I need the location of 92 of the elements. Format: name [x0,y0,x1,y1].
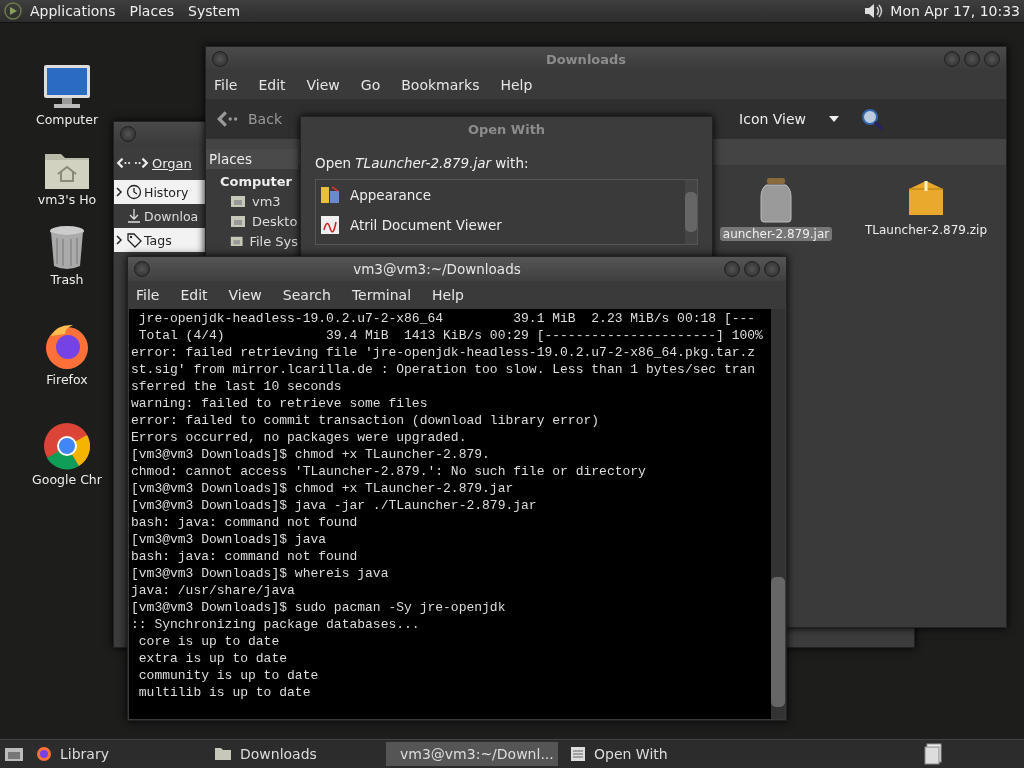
terminal-line: [vm3@vm3 Downloads]$ sudo pacman -Sy jre-openjdk [131,599,507,616]
organize-menu[interactable]: Organ [152,155,192,171]
menu-item[interactable]: Edit [180,287,208,303]
speaker-icon[interactable] [862,1,885,21]
window-icon [570,746,586,762]
menu-item[interactable]: File [136,287,160,303]
taskbar-button[interactable]: vm3@vm3:~/Downl... [386,742,558,766]
menu-item[interactable]: Help [500,77,533,93]
workspace-switcher-icon[interactable] [924,743,944,765]
desktop-icon-label[interactable]: Firefox [46,372,88,387]
panel-menu[interactable]: Applications [30,3,116,19]
terminal-line: error: failed to commit transaction (download library error) [131,412,601,429]
sidebar-item[interactable]: File Sys [249,233,298,249]
clock-icon [126,184,142,200]
desktop-icon-label[interactable]: vm3's Ho [37,192,97,207]
menu-item[interactable]: Bookmarks [401,77,480,93]
terminal-line: :: Synchronizing package databases... [131,616,421,633]
taskbar-button[interactable]: Downloads [208,742,380,766]
panel-menu[interactable]: System [188,3,241,19]
clock[interactable]: Mon Apr 17, 10:33 [890,3,1020,19]
desktop-icon-label[interactable]: Computer [35,112,99,127]
sidebar-item[interactable]: Deskto [252,213,298,229]
terminal-line: [vm3@vm3 Downloads]$ whereis java [131,565,390,582]
download-icon [126,208,142,224]
drive-folder-icon[interactable] [230,234,244,248]
jar-icon[interactable] [759,177,793,223]
back-arrow-icon[interactable] [216,109,240,129]
terminal-line: bash: java: command not found [131,548,359,565]
folder-icon [214,747,232,761]
terminal-line: Total (4/4) 39.4 MiB 1413 KiB/s 00:29 [----------------------] 100% [137,327,764,344]
sidebar-header: Places [206,149,298,169]
menu-item[interactable]: File [214,77,238,93]
desktop-icon-label[interactable]: Google Chr [32,472,102,487]
terminal-line: [vm3@vm3 Downloads]$ chmod +x TLauncher-2.879. [131,446,491,463]
firefox-icon [36,746,52,762]
library-item[interactable]: Downloa [114,204,205,228]
window-title: Downloads [544,51,628,67]
terminal-line: Errors occurred, no packages were upgraded. [131,429,468,446]
application-name[interactable]: Atril Document Viewer [350,217,502,233]
scrollbar[interactable] [685,180,697,244]
terminal-line: st.sig' from mirror.lcarilla.de : Operation too slow. Less than 1 bytes/sec tran [131,361,757,378]
taskbar-button[interactable]: Library [30,742,202,766]
dialog-title: Open With [466,121,547,137]
distro-logo-icon[interactable] [4,2,22,20]
terminal-line: multilib is up to date [137,684,312,701]
menu-item[interactable]: Help [432,287,464,303]
trash-icon[interactable] [47,224,87,270]
menu-item[interactable]: Terminal [351,287,412,303]
terminal-line: [vm3@vm3 Downloads]$ chmod +x TLauncher-2.879.jar [131,480,515,497]
terminal-line: extra is up to date [137,650,289,667]
terminal-line: bash: java: command not found [131,514,359,531]
taskbar-button[interactable]: Open With [564,742,736,766]
library-item[interactable]: Tags [114,228,205,252]
terminal-line: chmod: cannot access 'TLauncher-2.879.': No such file or directory [131,463,647,480]
window-title: vm3@vm3:~/Downloads [352,261,522,277]
menu-item[interactable]: Go [360,77,381,93]
tag-icon [126,232,142,248]
show-desktop-icon[interactable] [4,746,24,762]
scrollbar[interactable] [771,309,785,719]
firefox-icon[interactable] [43,322,91,370]
terminal-line: [vm3@vm3 Downloads]$ java [131,531,328,548]
panel-menu[interactable]: Places [129,3,175,19]
menu-item[interactable]: View [228,287,262,303]
desktop-icon-label[interactable]: Trash [50,272,84,287]
menu-item[interactable]: Edit [258,77,286,93]
back-button[interactable]: Back [248,111,282,127]
terminal-line: java: /usr/share/java [131,582,296,599]
view-mode-dropdown[interactable]: Icon View [739,111,806,127]
application-name[interactable]: Appearance [350,187,432,203]
file-name[interactable]: TLauncher-2.879.zip [861,223,991,237]
chrome-icon[interactable] [43,422,91,470]
document-viewer-icon[interactable] [320,215,340,235]
library-item[interactable]: History [114,180,205,204]
monitor-icon[interactable] [42,64,92,110]
drive-folder-icon[interactable] [230,194,246,208]
terminal-line: jre-openjdk-headless-19.0.2.u7-2-x86_64 39.1 MiB 2.23 MiB/s 00:18 [--- [137,310,757,327]
file-name[interactable]: auncher-2.879.jar [719,227,833,241]
dialog-prompt: Open TLauncher-2.879.jar with: [314,154,530,173]
terminal-line: error: failed retrieving file 'jre-openjdk-headless-19.0.2.u7-2-x86_64.pkg.tar.z [131,344,757,361]
drive-folder-icon[interactable] [230,214,246,228]
terminal-line: [vm3@vm3 Downloads]$ java -jar ./TLauncher-2.879.jar [131,497,538,514]
search-icon[interactable] [860,107,884,131]
chevron-icon[interactable] [115,235,123,245]
sidebar-item[interactable]: vm3 [252,193,281,209]
terminal-line: core is up to date [137,633,281,650]
chevron-icon[interactable] [115,187,123,197]
terminal-line: warning: failed to retrieve some files [131,395,429,412]
menu-item[interactable]: View [306,77,340,93]
terminal-line: sferred the last 10 seconds [131,378,343,395]
terminal-line: community is up to date [137,667,320,684]
menu-item[interactable]: Search [282,287,331,303]
sidebar-section: Computer [206,169,298,191]
